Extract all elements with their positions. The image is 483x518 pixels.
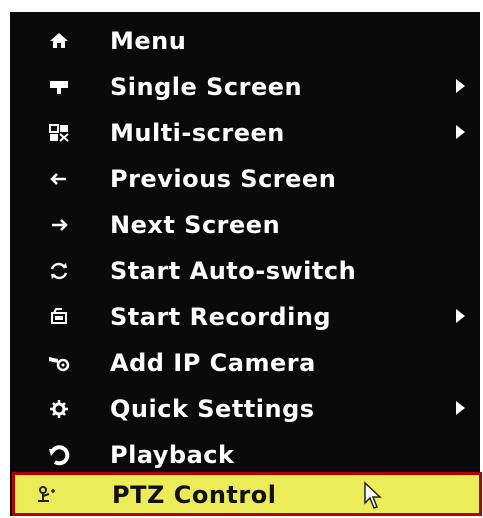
menu-item-label: Multi-screen: [110, 119, 285, 147]
multi-screen-icon: [46, 120, 72, 146]
playback-icon: [46, 442, 72, 468]
context-menu: Menu Single Screen Multi-screen Previous…: [10, 12, 482, 516]
menu-item-label: Add IP Camera: [110, 349, 316, 377]
menu-item-label: PTZ Control: [112, 481, 277, 509]
menu-item-single-screen[interactable]: Single Screen: [10, 64, 480, 110]
refresh-icon: [46, 258, 72, 284]
menu-item-menu[interactable]: Menu: [10, 18, 480, 64]
menu-item-add-ip-camera[interactable]: Add IP Camera: [10, 340, 480, 386]
chevron-right-icon: [456, 79, 465, 93]
menu-item-previous-screen[interactable]: Previous Screen: [10, 156, 480, 202]
menu-item-label: Start Auto-switch: [110, 257, 357, 285]
chevron-right-icon: [456, 309, 465, 323]
menu-item-label: Quick Settings: [110, 395, 315, 423]
camera-icon: [46, 350, 72, 376]
gear-icon: [46, 396, 72, 422]
mouse-cursor-icon: [363, 481, 385, 511]
chevron-right-icon: [456, 401, 465, 415]
menu-item-next-screen[interactable]: Next Screen: [10, 202, 480, 248]
menu-item-label: Start Recording: [110, 303, 332, 331]
chevron-right-icon: [456, 125, 465, 139]
monitor-icon: [46, 74, 72, 100]
menu-item-multi-screen[interactable]: Multi-screen: [10, 110, 480, 156]
menu-item-start-auto-switch[interactable]: Start Auto-switch: [10, 248, 480, 294]
menu-item-label: Menu: [110, 27, 187, 55]
record-icon: [46, 304, 72, 330]
menu-item-quick-settings[interactable]: Quick Settings: [10, 386, 480, 432]
arrow-right-icon: [46, 212, 72, 238]
menu-item-label: Previous Screen: [110, 165, 337, 193]
menu-item-ptz-control[interactable]: PTZ Control: [12, 472, 482, 516]
menu-item-start-recording[interactable]: Start Recording: [10, 294, 480, 340]
menu-item-label: Next Screen: [110, 211, 281, 239]
home-icon: [46, 28, 72, 54]
menu-item-label: Single Screen: [110, 73, 303, 101]
ptz-icon: [33, 482, 59, 508]
arrow-left-icon: [46, 166, 72, 192]
